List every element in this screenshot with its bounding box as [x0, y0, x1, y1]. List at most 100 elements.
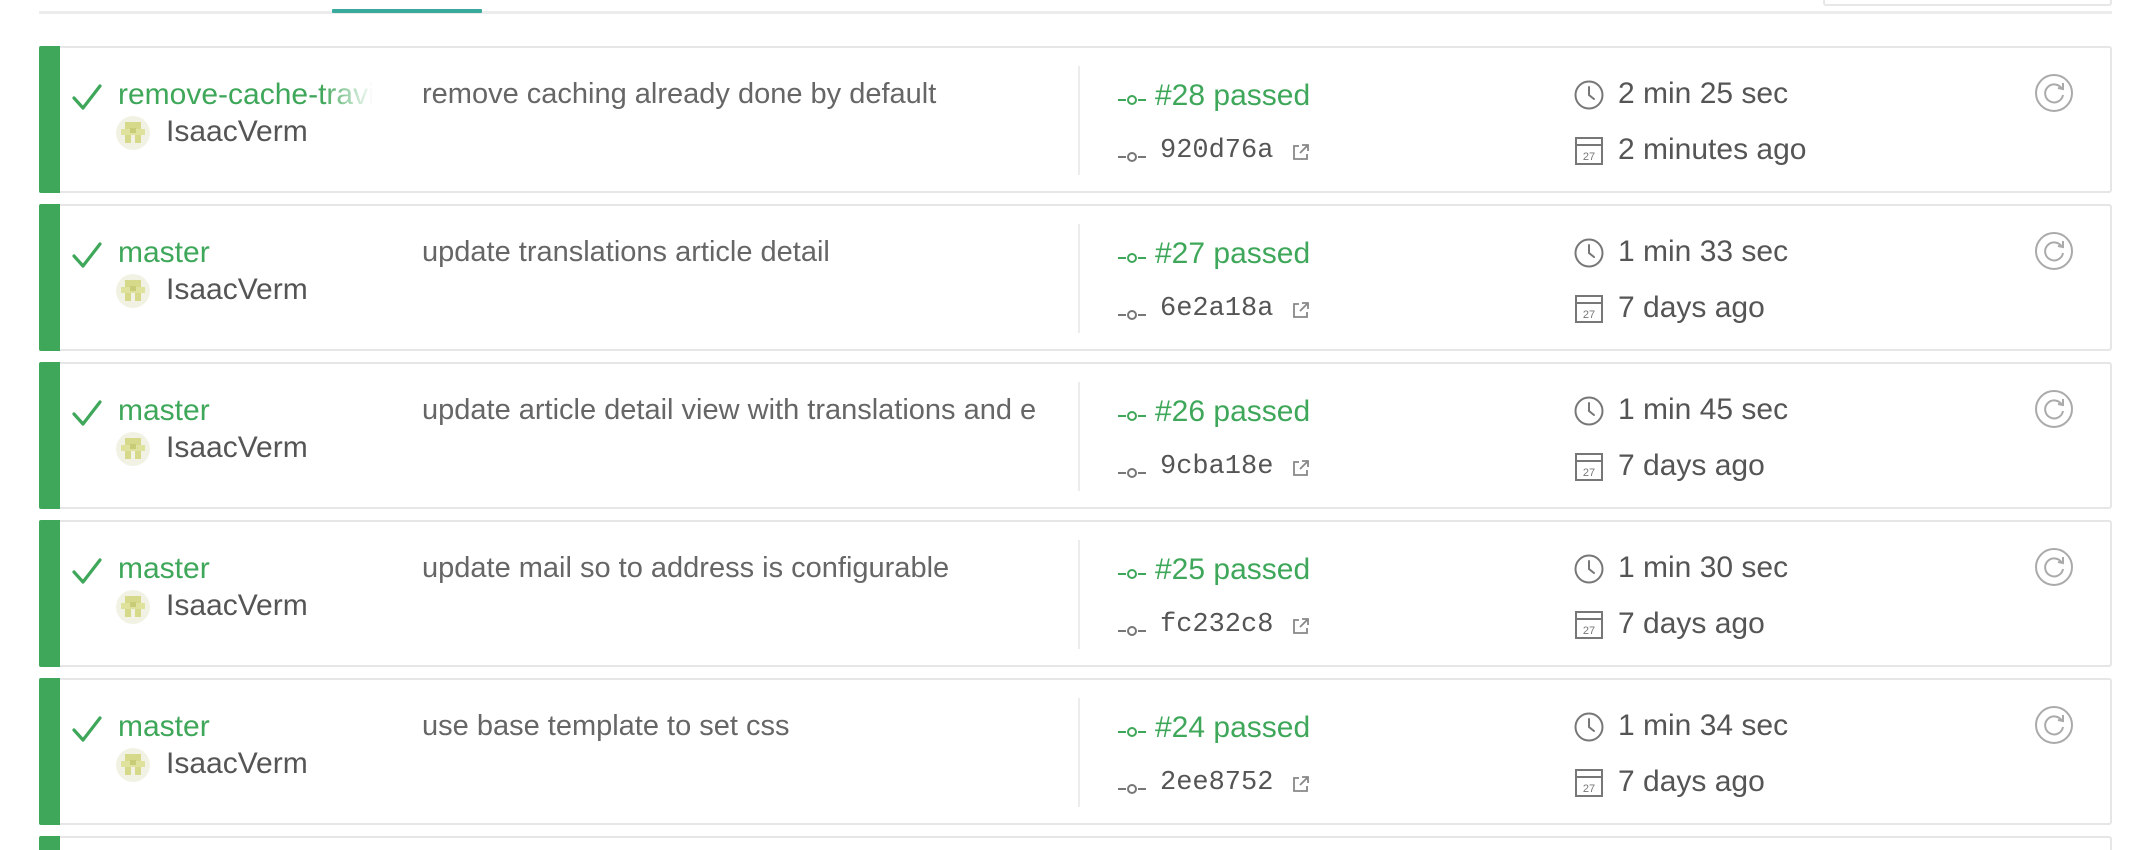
- build-row[interactable]: master IsaacVerm update mail so to addre…: [39, 520, 2112, 667]
- column-divider: [1078, 540, 1080, 649]
- build-number-link[interactable]: #27 passed: [1155, 237, 1310, 271]
- top-right-control-edge[interactable]: [1823, 0, 2112, 6]
- clock-icon: [1574, 238, 1604, 268]
- author-name: IsaacVerm: [166, 273, 308, 306]
- commit-sha-link[interactable]: 9cba18e: [1160, 452, 1273, 482]
- column-divider: [1078, 382, 1080, 491]
- check-icon: [72, 558, 102, 584]
- commit-node-icon: [1118, 95, 1146, 105]
- commit-sha-link[interactable]: 920d76a: [1160, 136, 1273, 166]
- build-duration: 1 min 30 sec: [1618, 551, 1789, 584]
- external-link-icon[interactable]: [1291, 774, 1311, 794]
- commit-node-icon: [1118, 727, 1146, 737]
- svg-text:27: 27: [1583, 625, 1595, 637]
- status-stripe: [39, 836, 60, 850]
- status-stripe: [39, 362, 60, 509]
- svg-text:27: 27: [1583, 783, 1595, 795]
- external-link-icon[interactable]: [1291, 142, 1311, 162]
- commit-sha-link[interactable]: fc232c8: [1160, 610, 1273, 640]
- column-divider: [1078, 66, 1080, 175]
- build-duration: 1 min 45 sec: [1618, 393, 1789, 426]
- status-stripe: [39, 678, 60, 825]
- branch-name[interactable]: remove-cache-travis: [118, 78, 373, 112]
- external-link-icon[interactable]: [1291, 458, 1311, 478]
- svg-text:27: 27: [1583, 467, 1595, 479]
- author-name: IsaacVerm: [166, 589, 308, 622]
- build-number-link[interactable]: #26 passed: [1155, 395, 1310, 429]
- check-icon: [72, 716, 102, 742]
- avatar-icon: [116, 274, 150, 308]
- commit-message[interactable]: remove caching already done by default: [422, 78, 1072, 111]
- column-divider: [1078, 698, 1080, 807]
- avatar-icon: [116, 432, 150, 466]
- status-stripe: [39, 46, 60, 193]
- calendar-icon: 27: [1575, 453, 1603, 481]
- restart-build-icon[interactable]: [2034, 705, 2074, 745]
- calendar-icon: 27: [1575, 611, 1603, 639]
- check-icon: [72, 400, 102, 426]
- calendar-icon: 27: [1575, 769, 1603, 797]
- build-number-link[interactable]: #28 passed: [1155, 79, 1310, 113]
- status-stripe: [39, 204, 60, 351]
- commit-message[interactable]: update mail so to address is configurabl…: [422, 552, 1072, 585]
- column-divider: [1078, 224, 1080, 333]
- external-link-icon[interactable]: [1291, 300, 1311, 320]
- branch-name[interactable]: master: [118, 236, 373, 270]
- build-history-list: remove-cache-travis IsaacVerm remove cac…: [39, 46, 2112, 850]
- active-tab-indicator[interactable]: [332, 9, 482, 13]
- status-stripe: [39, 520, 60, 667]
- commit-node-icon: [1118, 468, 1146, 478]
- avatar-icon: [116, 748, 150, 782]
- author-name: IsaacVerm: [166, 115, 308, 148]
- svg-text:27: 27: [1583, 309, 1595, 321]
- author-name: IsaacVerm: [166, 747, 308, 780]
- build-duration: 2 min 25 sec: [1618, 77, 1789, 110]
- build-number-link[interactable]: #25 passed: [1155, 553, 1310, 587]
- commit-node-icon: [1118, 784, 1146, 794]
- build-duration: 1 min 33 sec: [1618, 235, 1789, 268]
- avatar-icon: [116, 590, 150, 624]
- commit-message[interactable]: update translations article detail: [422, 236, 1072, 269]
- commit-node-icon: [1118, 152, 1146, 162]
- commit-sha-link[interactable]: 2ee8752: [1160, 768, 1273, 798]
- avatar-icon: [116, 116, 150, 150]
- commit-message[interactable]: use base template to set css: [422, 710, 1072, 743]
- commit-node-icon: [1118, 569, 1146, 579]
- branch-name[interactable]: master: [118, 710, 373, 744]
- branch-name[interactable]: master: [118, 394, 373, 428]
- build-duration: 1 min 34 sec: [1618, 709, 1789, 742]
- finished-time: 7 days ago: [1618, 765, 1765, 798]
- clock-icon: [1574, 80, 1604, 110]
- commit-node-icon: [1118, 626, 1146, 636]
- commit-node-icon: [1118, 253, 1146, 263]
- finished-time: 7 days ago: [1618, 291, 1765, 324]
- author-name: IsaacVerm: [166, 431, 308, 464]
- restart-build-icon[interactable]: [2034, 547, 2074, 587]
- build-number-link[interactable]: #24 passed: [1155, 711, 1310, 745]
- check-icon: [72, 84, 102, 110]
- clock-icon: [1574, 396, 1604, 426]
- build-row[interactable]: master IsaacVerm use base template to se…: [39, 678, 2112, 825]
- calendar-icon: 27: [1575, 137, 1603, 165]
- branch-name[interactable]: master: [118, 552, 373, 586]
- clock-icon: [1574, 712, 1604, 742]
- restart-build-icon[interactable]: [2034, 389, 2074, 429]
- external-link-icon[interactable]: [1291, 616, 1311, 636]
- commit-node-icon: [1118, 411, 1146, 421]
- clock-icon: [1574, 554, 1604, 584]
- restart-build-icon[interactable]: [2034, 231, 2074, 271]
- restart-build-icon[interactable]: [2034, 73, 2074, 113]
- build-row[interactable]: master IsaacVerm update article detail v…: [39, 362, 2112, 509]
- build-row[interactable]: remove-cache-travis IsaacVerm remove cac…: [39, 46, 2112, 193]
- finished-time: 7 days ago: [1618, 449, 1765, 482]
- check-icon: [72, 242, 102, 268]
- commit-node-icon: [1118, 310, 1146, 320]
- build-row-partial[interactable]: [39, 836, 2112, 850]
- calendar-icon: 27: [1575, 295, 1603, 323]
- finished-time: 2 minutes ago: [1618, 133, 1807, 166]
- build-row[interactable]: master IsaacVerm update translations art…: [39, 204, 2112, 351]
- commit-sha-link[interactable]: 6e2a18a: [1160, 294, 1273, 324]
- svg-text:27: 27: [1583, 151, 1595, 163]
- commit-message[interactable]: update article detail view with translat…: [422, 394, 1072, 427]
- tab-bar: [0, 0, 2142, 14]
